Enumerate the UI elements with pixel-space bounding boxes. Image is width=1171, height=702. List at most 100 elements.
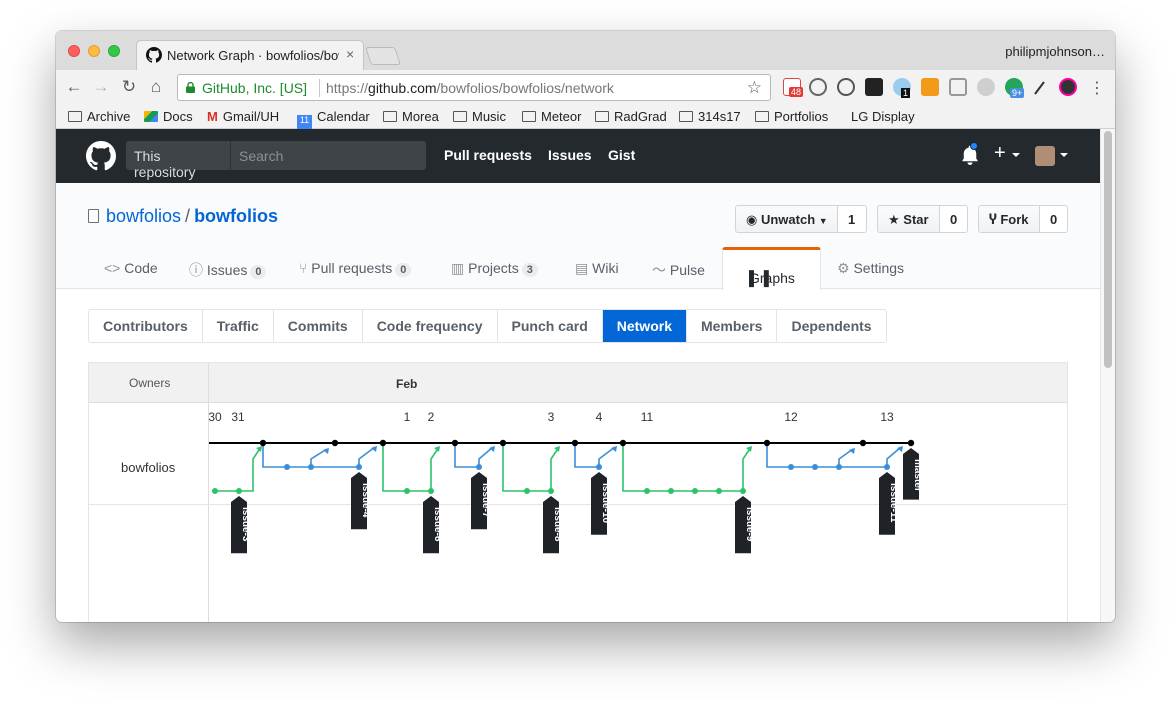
branch-issue-3 [215,446,262,492]
eyedropper-extension-icon[interactable] [1033,78,1047,96]
tab-issues[interactable]: ⓘ Issues 0 [189,260,267,280]
calendar-icon: 11 [297,115,312,129]
bookmark-radgrad[interactable]: RadGrad [595,109,667,124]
subnav-contributors[interactable]: Contributors [89,310,203,342]
subnav-traffic[interactable]: Traffic [203,310,274,342]
avatar-caret-icon [1060,153,1068,157]
code-icon: <> [104,260,121,276]
bookmark-meteor[interactable]: Meteor [522,109,581,124]
bookmark-label: Music [472,109,506,124]
avatar[interactable] [1035,146,1055,166]
home-icon[interactable]: ⌂ [146,77,166,97]
tab-graphs[interactable]: ▌▐ Graphs [722,247,821,290]
branch-issue-9 [622,443,752,492]
bookmark-morea[interactable]: Morea [383,109,439,124]
maximize-window-button[interactable] [108,45,120,57]
browser-tab[interactable]: Network Graph · bowfolios/bowfolios × [136,40,364,70]
network-graph[interactable]: Owners Feb bowfolios 30 31 1 2 3 4 11 12 13 issue… [88,362,1068,622]
bookmark-calendar[interactable]: 11 Calendar [297,109,370,129]
subnav-punch-card[interactable]: Punch card [498,310,603,342]
tab-pull-requests[interactable]: ⑂ Pull requests 0 [299,260,412,277]
folder-icon [522,111,536,122]
browser-toolbar: ← → ↻ ⌂ GitHub, Inc. [US] https://github… [56,70,1115,105]
nav-pull-requests[interactable]: Pull requests [444,147,532,163]
subnav-commits[interactable]: Commits [274,310,363,342]
analytics-extension-icon[interactable] [921,78,939,96]
repo-owner-link[interactable]: bowfolios [106,206,181,226]
bookmark-music[interactable]: Music [453,109,506,124]
tab-projects[interactable]: ▥ Projects 3 [451,260,538,277]
scrollbar-thumb[interactable] [1104,131,1112,368]
search-input[interactable]: Search [230,141,426,170]
lock-icon [186,82,195,93]
color-extension-icon[interactable] [1059,78,1077,96]
bookmark-314s17[interactable]: 314s17 [679,109,741,124]
unwatch-button[interactable]: ◉ Unwatch ▼ [735,205,838,233]
tab-wiki[interactable]: ▤ Wiki [575,260,619,277]
close-window-button[interactable] [68,45,80,57]
nav-issues[interactable]: Issues [548,147,592,163]
tab-code[interactable]: <> Code [104,260,158,276]
subnav-dependents[interactable]: Dependents [777,310,885,342]
back-icon[interactable]: ← [64,77,84,97]
commit-dot [740,488,746,494]
bookmark-label: LG Display [851,109,915,124]
profile-name[interactable]: philipmjohnson… [1005,44,1105,59]
commit-dot [356,464,362,470]
network-graph-canvas[interactable]: 30 31 1 2 3 4 11 12 13issue-3issue-4issue-6issue… [89,363,1067,622]
subnav-members[interactable]: Members [687,310,778,342]
create-new-icon[interactable]: + [994,142,1006,165]
tab-pulse[interactable]: 〜 Pulse [652,260,705,280]
tab-close-icon[interactable]: × [346,46,354,62]
branch-issue-7 [454,443,494,468]
git-pull-request-icon: ⑂ [299,260,308,276]
caret-down-icon: ▼ [818,216,828,226]
day-label: 1 [404,410,411,424]
bookmark-docs[interactable]: Docs [144,109,193,124]
branch-label-master: master [912,459,923,492]
minimize-window-button[interactable] [88,45,100,57]
tab-title: Network Graph · bowfolios/bowfolios [167,48,339,63]
watchers-count[interactable]: 1 [838,205,867,233]
bookmark-label: Gmail/UH [222,109,280,124]
new-tab-button[interactable] [365,47,401,65]
subnav-network[interactable]: Network [602,310,687,342]
screenshot-extension-icon[interactable] [949,78,967,96]
subnav-code-frequency[interactable]: Code frequency [363,310,498,342]
page-scrollbar[interactable] [1100,129,1115,622]
branch-label-issue-3: issue-3 [240,507,251,542]
address-bar[interactable]: GitHub, Inc. [US] https://github.com/bow… [177,74,771,101]
bookmark-label: Meteor [541,109,582,124]
repo-name-link[interactable]: bowfolios [194,206,278,226]
github-favicon-icon [146,47,162,63]
browser-menu-icon[interactable]: ⋮ [1089,78,1105,98]
forward-icon[interactable]: → [91,77,111,97]
nav-gist[interactable]: Gist [608,147,635,163]
commit-dot [859,439,867,447]
commit-dot [644,488,650,494]
bookmark-label: 314s17 [698,109,741,124]
bookmark-gmail[interactable]: M Gmail/UH [207,109,279,124]
bookmark-star-icon[interactable]: ☆ [747,78,762,98]
commit-dot [451,439,459,447]
commit-dot [259,439,267,447]
commit-dot [476,464,482,470]
fork-button[interactable]: Ⴤ Fork [978,205,1040,233]
cloud-extension-icon[interactable] [977,78,995,96]
bookmark-lg-display[interactable]: LG Display [846,109,915,124]
branch-issue-6 [382,443,440,492]
branch-issue-11-sub [838,448,854,467]
bookmark-portfolios[interactable]: Portfolios [755,109,828,124]
projects-counter: 3 [521,263,538,277]
info-extension-icon[interactable] [837,78,855,96]
commit-dot [548,488,554,494]
tab-settings[interactable]: ⚙ Settings [837,260,904,277]
reload-icon[interactable]: ↻ [119,77,139,97]
jb-extension-icon[interactable] [865,78,883,96]
sync-extension-icon[interactable] [809,78,827,96]
stargazers-count[interactable]: 0 [940,205,968,233]
forks-count[interactable]: 0 [1040,205,1068,233]
star-button[interactable]: ★ Star [877,205,940,233]
bookmark-archive[interactable]: Archive [68,109,130,124]
github-logo-icon[interactable] [86,141,116,171]
